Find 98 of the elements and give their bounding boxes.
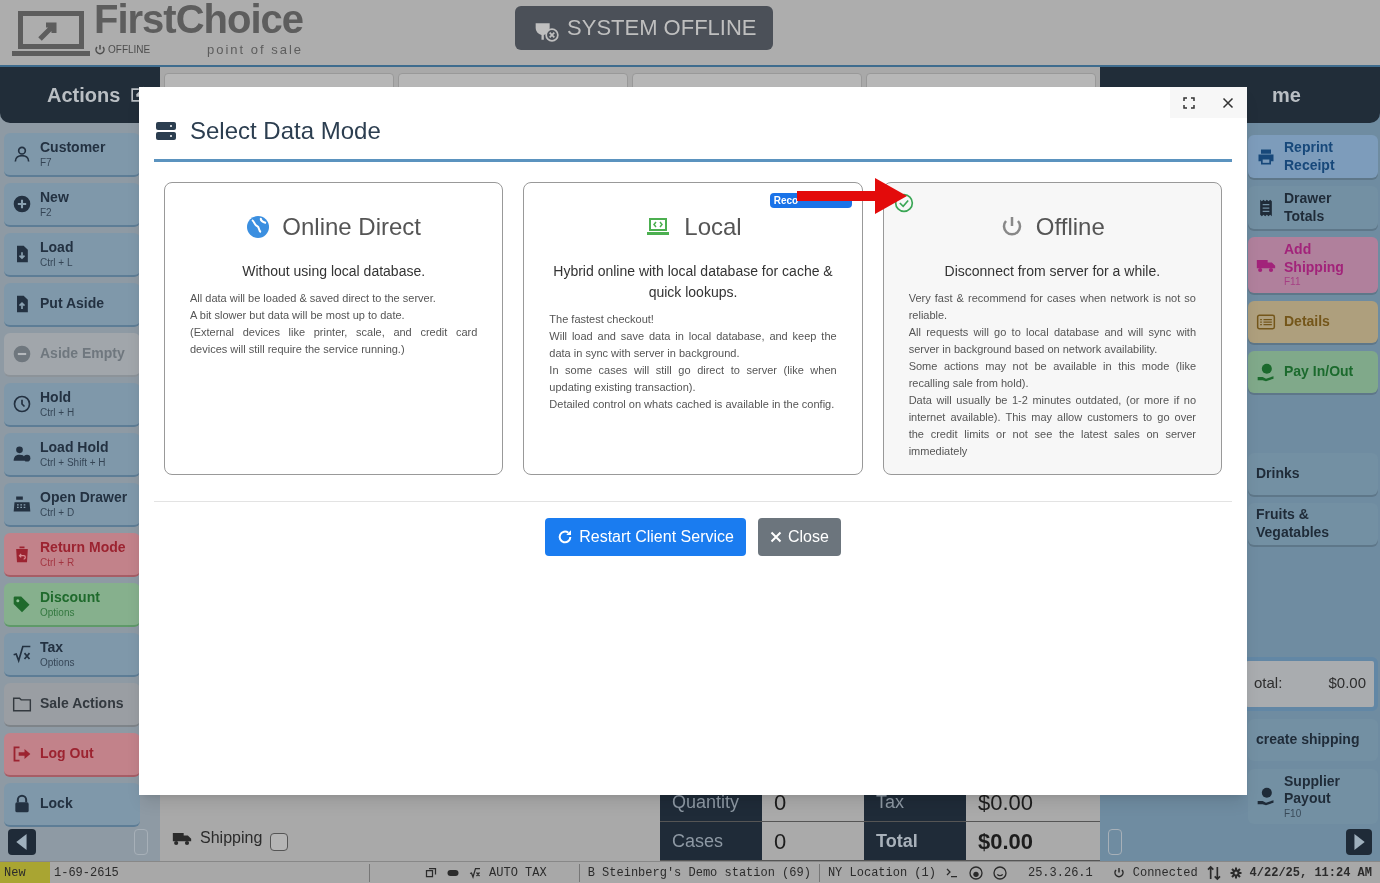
mode-badge: New xyxy=(0,862,50,883)
station-name: B Steinberg's Demo station (69) xyxy=(578,863,811,882)
mode-description: All data will be loaded & saved direct to the server. xyxy=(190,291,437,306)
lock-icon xyxy=(12,794,32,814)
power-icon xyxy=(94,43,106,56)
scroll-handle[interactable] xyxy=(134,829,148,855)
cash-register-icon xyxy=(12,494,32,514)
action-button[interactable]: Hold Ctrl + H xyxy=(4,383,140,427)
square-root-icon xyxy=(12,644,32,664)
action-button[interactable]: Load Hold Ctrl + Shift + H xyxy=(4,433,140,477)
category-button[interactable]: Fruits & Vegatables xyxy=(1248,502,1378,545)
mode-subtitle: Without using local database. xyxy=(241,262,427,281)
location-name: NY Location (1) xyxy=(818,863,936,882)
total-label: Total xyxy=(864,822,966,861)
smiley-icon xyxy=(991,864,1008,881)
mode-description: All requests will go to local database and will sync with server in background based on network availability. xyxy=(908,325,1196,357)
close-icon xyxy=(769,531,782,543)
windows-icon xyxy=(425,866,438,879)
mode-title: Online Direct xyxy=(282,212,421,242)
close-icon xyxy=(1221,96,1234,109)
action-button[interactable]: Discount Options xyxy=(4,583,140,627)
maximize-icon xyxy=(1183,96,1196,109)
left-triangle-icon xyxy=(16,834,28,850)
right-triangle-icon xyxy=(1353,834,1365,850)
server-icon xyxy=(154,119,178,143)
mode-description: In some cases will still go direct to server (like when updating existing transaction). xyxy=(549,363,837,395)
home-button[interactable]: Pay In/Out xyxy=(1248,350,1378,393)
mode-card[interactable] xyxy=(882,182,1222,475)
mode-description: Some actions may not be available in this mode (like recalling sale from hold). xyxy=(908,359,1196,391)
system-offline-button[interactable]: SYSTEM OFFLINE xyxy=(515,5,773,50)
forward-button[interactable] xyxy=(1346,829,1372,855)
action-button[interactable]: Return Mode Ctrl + R xyxy=(4,533,140,577)
dialog-title: Select Data Mode xyxy=(190,116,381,146)
action-button[interactable]: Customer F7 xyxy=(4,133,140,177)
home-button[interactable]: Supplier Payout F10 xyxy=(1248,768,1378,824)
home-button[interactable]: Reprint Receipt xyxy=(1248,135,1378,178)
mode-description: Detailed control on whats cached is available in the config. xyxy=(549,397,836,412)
close-button[interactable]: Close xyxy=(757,518,841,556)
version: 25.3.26.1 xyxy=(1026,864,1094,882)
person-icon xyxy=(12,144,32,164)
hand-coin-icon xyxy=(1256,361,1276,382)
actions-title: Actions xyxy=(47,83,121,108)
action-button[interactable]: Lock xyxy=(4,783,140,827)
tag-icon xyxy=(12,594,32,614)
action-button[interactable]: Tax Options xyxy=(4,633,140,677)
home-button[interactable]: Details xyxy=(1248,300,1378,343)
power-icon xyxy=(1112,866,1125,879)
action-button[interactable]: Open Drawer Ctrl + D xyxy=(4,483,140,527)
shipping-label: Shipping xyxy=(200,828,263,848)
home-button[interactable]: create shipping xyxy=(1248,718,1378,761)
up-down-arrows-icon xyxy=(1205,864,1222,881)
hand-coin-icon xyxy=(1256,786,1276,807)
restart-button[interactable]: Restart Client Service xyxy=(545,518,746,556)
action-button[interactable]: Log Out xyxy=(4,733,140,777)
plus-icon xyxy=(12,194,32,214)
home-button[interactable]: Drawer Totals xyxy=(1248,186,1378,229)
mode-description: A bit slower but data will be most up to date. xyxy=(190,308,406,323)
receipt-number: 1-69-2615 xyxy=(50,863,370,882)
shipping-checkbox[interactable] xyxy=(270,833,289,851)
mode-title: Local xyxy=(684,212,742,242)
minus-icon xyxy=(12,344,32,364)
action-button[interactable]: Sale Actions xyxy=(4,683,140,727)
category-button[interactable]: Drinks xyxy=(1248,452,1378,495)
connection-status: Connected xyxy=(1132,864,1198,882)
mode-description: The fastest checkout! xyxy=(549,312,655,327)
total-amount: $0.00 xyxy=(1328,673,1366,694)
total-label: otal: xyxy=(1254,673,1283,694)
mode-description: (External devices like printer, scale, and credit card devices will still require the service running.) xyxy=(190,325,478,357)
mode-description: Will load and save data in local database, and keep the data in sync with server in background. xyxy=(549,329,837,361)
logout-icon xyxy=(12,744,32,764)
mode-description: Very fast & recommend for cases when network is not so reliable. xyxy=(908,291,1196,323)
total-label: Cases xyxy=(660,822,762,861)
action-button[interactable]: New F2 xyxy=(4,183,140,227)
person-clock-icon xyxy=(12,444,32,464)
redo-icon xyxy=(557,529,574,545)
date-time: 4/22/25, 11:24 AM xyxy=(1249,864,1372,882)
mode-title: Offline xyxy=(1035,212,1105,242)
square-root-icon xyxy=(469,866,482,879)
home-title: me xyxy=(1272,83,1301,108)
scroll-handle[interactable] xyxy=(1108,829,1122,855)
brand-name: FirstChoice xyxy=(94,0,304,40)
mode-subtitle: Disconnect from server for a while. xyxy=(943,262,1162,281)
folder-icon xyxy=(12,694,32,714)
globe-icon xyxy=(246,215,271,239)
check-circle-icon xyxy=(893,193,914,213)
action-button[interactable]: Load Ctrl + L xyxy=(4,233,140,277)
back-button[interactable] xyxy=(8,829,36,855)
mode-card[interactable] xyxy=(164,182,504,475)
mode-description: Data will usually be 1-2 minutes outdated, (or more if no internet available). This may allow customers to go over the credit limits or not see the latest sales on server immediately xyxy=(908,393,1196,459)
mode-subtitle: Hybrid online with local database for cache & quick lookups. xyxy=(552,262,834,302)
tagline: point of sale xyxy=(206,40,304,59)
offline-label: OFFLINE xyxy=(108,43,151,57)
mode-card[interactable] xyxy=(523,182,863,475)
tax-status: AUTO TAX xyxy=(489,864,548,882)
action-button[interactable]: Put Aside xyxy=(4,283,140,327)
gear-icon xyxy=(1229,866,1242,879)
palette-icon xyxy=(967,864,984,881)
clock-icon xyxy=(12,394,32,414)
